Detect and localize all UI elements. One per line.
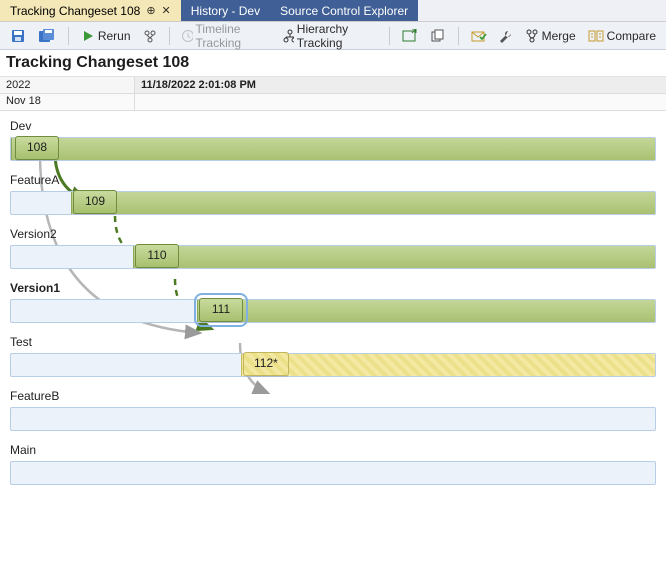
branch-lane[interactable]: 111 [10, 299, 656, 323]
save-icon [10, 28, 26, 44]
close-icon[interactable]: ✕ [162, 4, 171, 17]
timeline-year: 2022 [0, 77, 135, 94]
options-button[interactable] [495, 27, 517, 45]
timeline-header: 2022 11/18/2022 2:01:08 PM [0, 76, 666, 94]
branch-row-dev: Dev 108 [0, 117, 666, 161]
branch-row-featurea: FeatureA 109 [0, 171, 666, 215]
toolbar-separator [458, 27, 459, 45]
wrench-icon [499, 29, 513, 43]
envelope-check-icon [471, 29, 487, 43]
timeline-tracking-label: Timeline Tracking [196, 22, 271, 50]
changeset-node-109[interactable]: 109 [73, 190, 117, 214]
toolbar-separator [68, 27, 69, 45]
merge-label: Merge [542, 29, 576, 43]
branch-row-version1: Version1 111 [0, 279, 666, 323]
copy-icon [430, 29, 446, 43]
branch-label: Test [0, 333, 666, 351]
tab-label: History - Dev [191, 4, 260, 18]
merge-icon [525, 29, 539, 43]
changeset-node-112[interactable]: 112* [243, 352, 289, 376]
branch-lane[interactable]: 112* [10, 353, 656, 377]
tab-label: Source Control Explorer [280, 4, 408, 18]
branch-row-main: Main [0, 441, 666, 485]
check-button[interactable] [467, 27, 491, 45]
changeset-node-108[interactable]: 108 [15, 136, 59, 160]
timeline-day: Nov 18 [0, 94, 135, 111]
branch-lane[interactable] [10, 407, 656, 431]
compare-icon [588, 29, 604, 43]
branch-label: FeatureB [0, 387, 666, 405]
hierarchy-icon [283, 29, 294, 43]
expand-icon [402, 29, 418, 43]
branch-lane[interactable]: 109 [10, 191, 656, 215]
save-all-button[interactable] [34, 26, 60, 46]
expand-button[interactable] [398, 27, 422, 45]
compare-label: Compare [607, 29, 656, 43]
changeset-node-111[interactable]: 111 [199, 298, 243, 322]
compare-button[interactable]: Compare [584, 27, 660, 45]
branch-row-test: Test 112* [0, 333, 666, 377]
toolbar: Rerun Timeline Tracking Hierarchy Tracki… [0, 22, 666, 50]
tab-history-dev[interactable]: History - Dev [181, 0, 270, 21]
tab-source-control-explorer[interactable]: Source Control Explorer [270, 0, 418, 21]
branch-lane[interactable]: 110 [10, 245, 656, 269]
timeline-tracks: Dev 108 FeatureA 109 Version2 110 Versio… [0, 111, 666, 485]
merge-button[interactable]: Merge [521, 27, 580, 45]
tab-tracking-changeset[interactable]: Tracking Changeset 108 ⊕ ✕ [0, 0, 181, 21]
page-title: Tracking Changeset 108 [0, 50, 666, 76]
rerun-label: Rerun [98, 29, 131, 43]
branch-icon [143, 29, 157, 43]
document-tabs: Tracking Changeset 108 ⊕ ✕ History - Dev… [0, 0, 666, 22]
clock-icon [181, 29, 192, 43]
branch-picker-button[interactable] [139, 27, 161, 45]
changeset-node-110[interactable]: 110 [135, 244, 179, 268]
branch-row-version2: Version2 110 [0, 225, 666, 269]
branch-label: Dev [0, 117, 666, 135]
rerun-button[interactable]: Rerun [77, 27, 135, 45]
save-button[interactable] [6, 26, 30, 46]
toolbar-separator [169, 27, 170, 45]
timeline-timestamp: 11/18/2022 2:01:08 PM [135, 77, 666, 94]
play-icon [81, 29, 95, 43]
pin-icon[interactable]: ⊕ [146, 4, 155, 17]
timeline-tracking-button[interactable]: Timeline Tracking [177, 20, 274, 52]
branch-label: FeatureA [0, 171, 666, 189]
save-all-icon [38, 28, 56, 44]
hierarchy-tracking-button[interactable]: Hierarchy Tracking [279, 20, 381, 52]
tab-label: Tracking Changeset 108 [10, 4, 140, 18]
branch-label: Version1 [0, 279, 666, 297]
hierarchy-tracking-label: Hierarchy Tracking [297, 22, 377, 50]
branch-label: Version2 [0, 225, 666, 243]
branch-row-featureb: FeatureB [0, 387, 666, 431]
branch-label: Main [0, 441, 666, 459]
timeline-subheader: Nov 18 [0, 94, 666, 111]
toolbar-separator [389, 27, 390, 45]
copy-button[interactable] [426, 27, 450, 45]
branch-lane[interactable] [10, 461, 656, 485]
branch-lane[interactable]: 108 [10, 137, 656, 161]
